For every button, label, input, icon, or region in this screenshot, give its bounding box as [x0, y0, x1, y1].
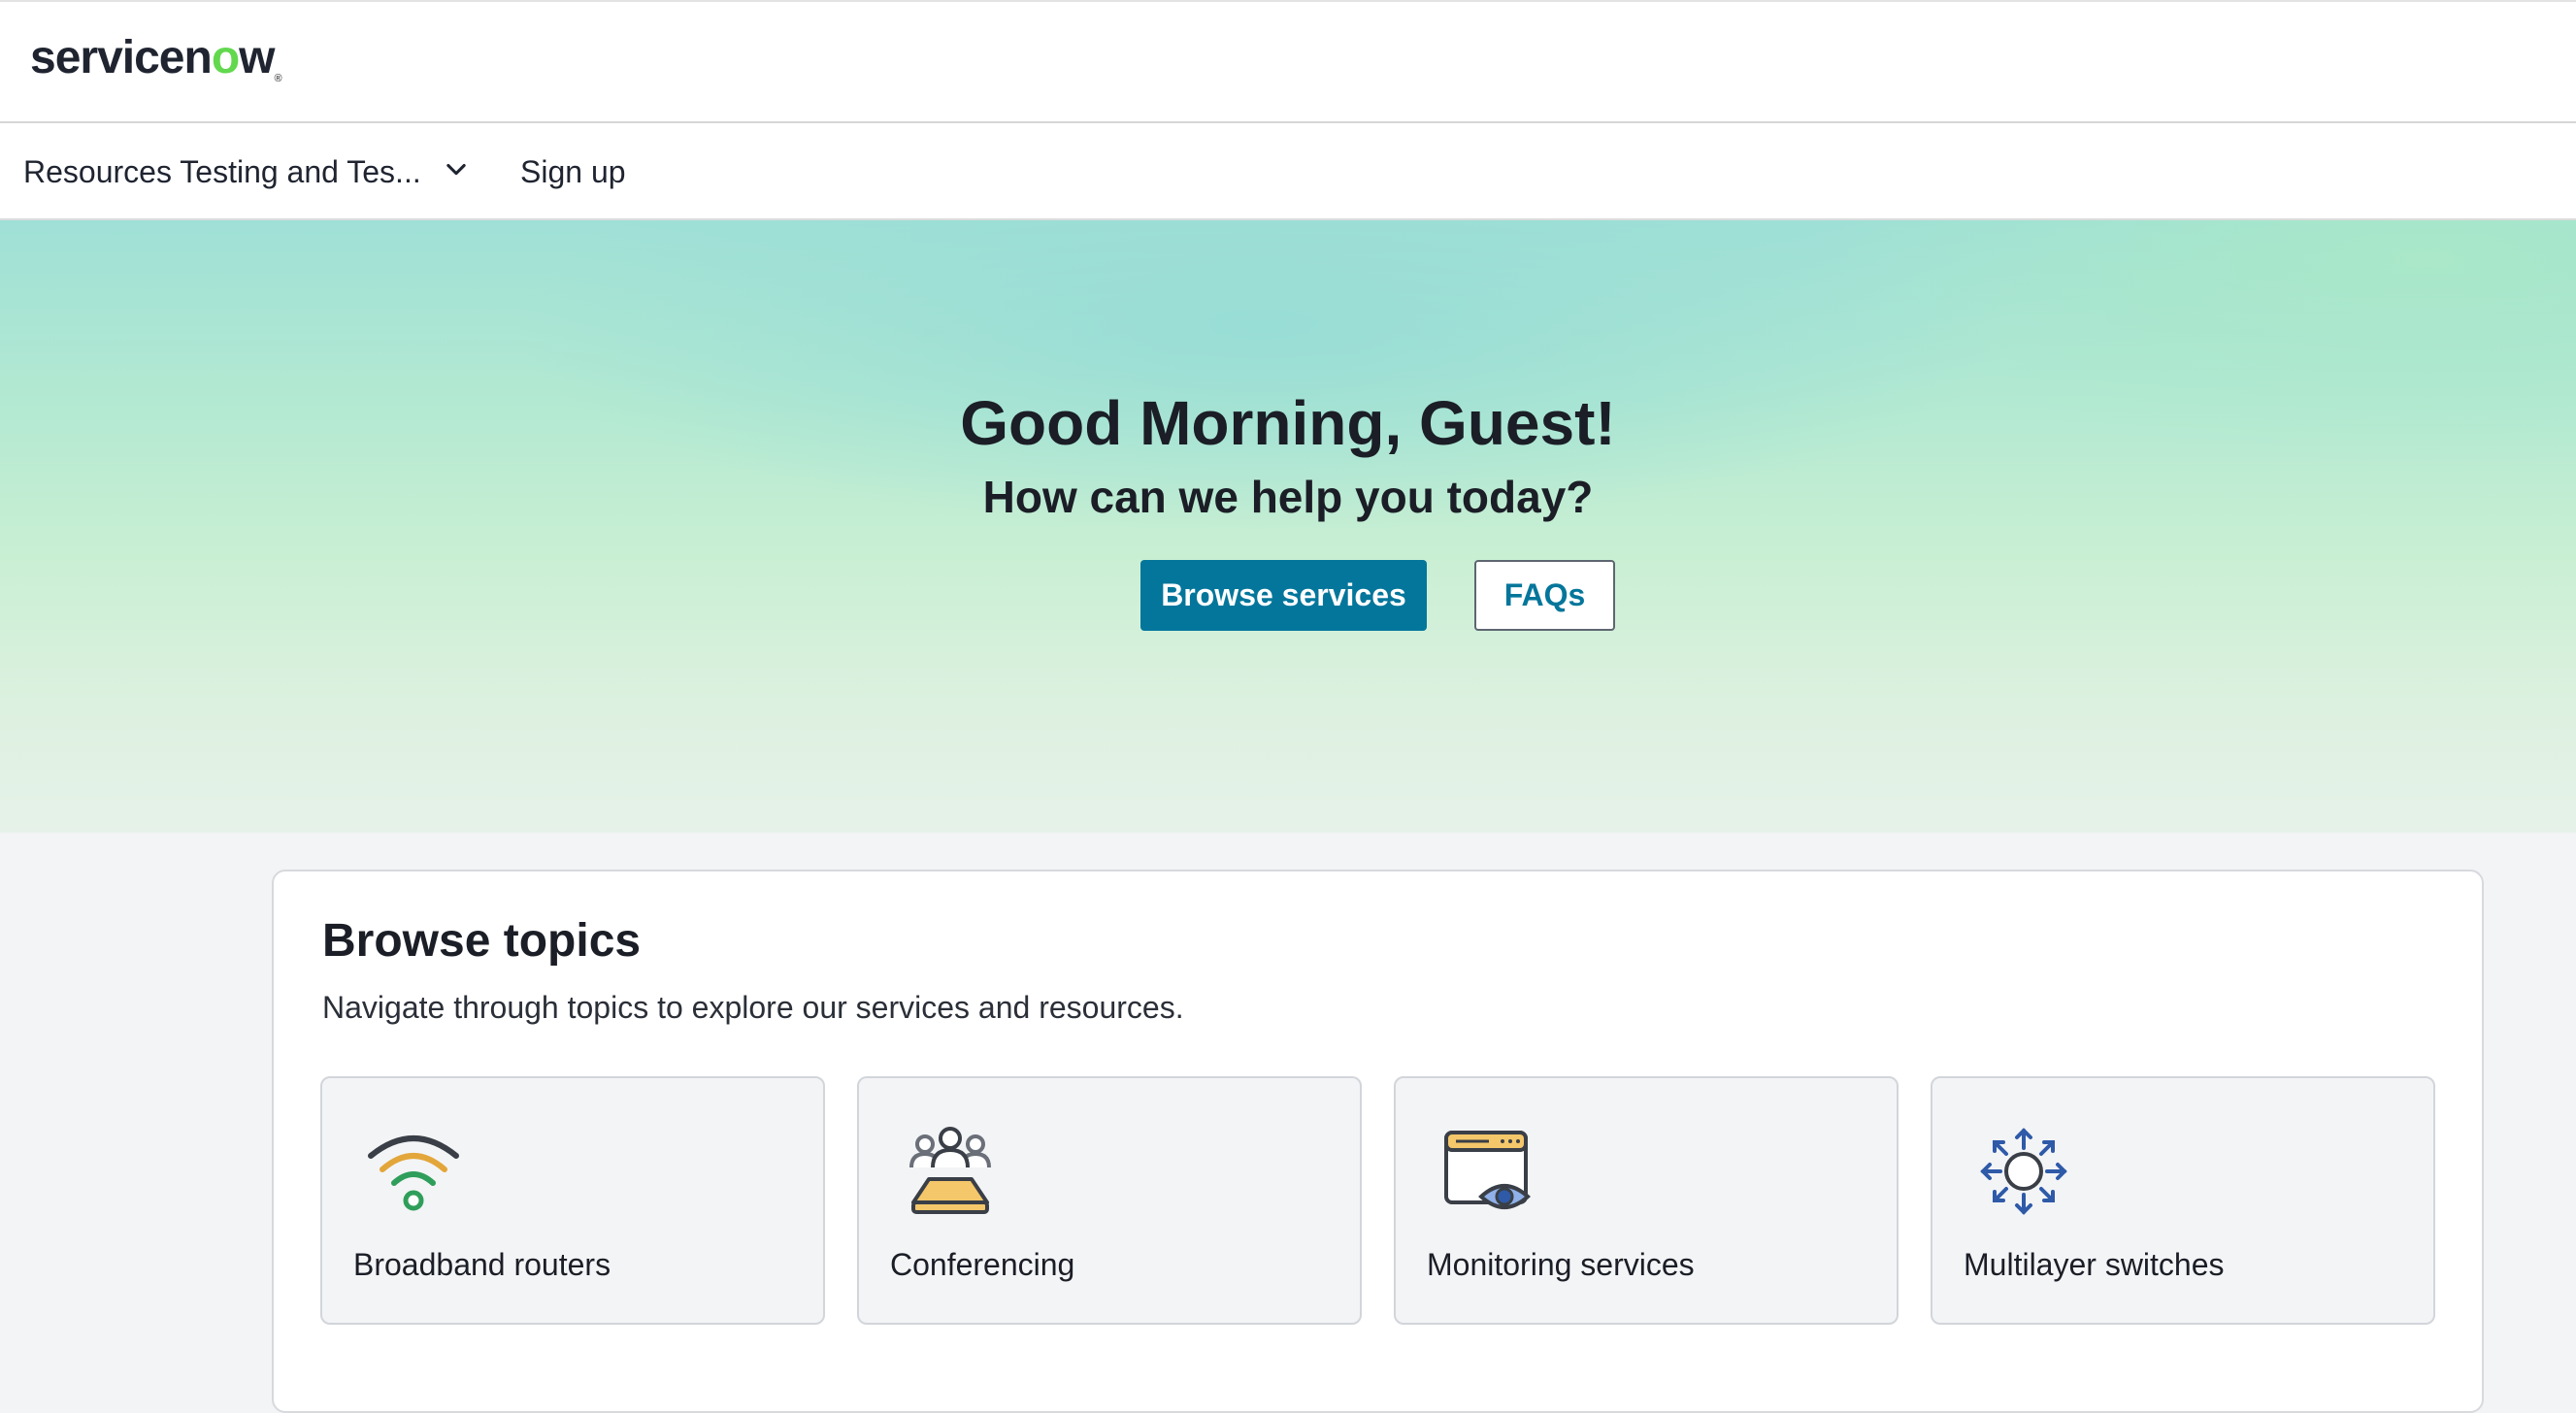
- hero-banner: Good Morning, Guest! How can we help you…: [0, 220, 2576, 833]
- logo-text-prefix: servicen: [30, 32, 213, 83]
- topic-tile-multilayer-switches[interactable]: Multilayer switches: [1931, 1076, 2435, 1325]
- resources-menu-label: Resources Testing and Tes...: [23, 153, 421, 189]
- greeting-title: Good Morning, Guest!: [960, 388, 1616, 458]
- faqs-button[interactable]: FAQs: [1474, 560, 1615, 631]
- topic-label: Broadband routers: [353, 1247, 611, 1282]
- monitor-eye-icon: [1437, 1125, 1537, 1218]
- logo-registered-mark: ®: [274, 73, 281, 84]
- wifi-icon: [363, 1125, 464, 1218]
- browse-topics-card: Browse topics Navigate through topics to…: [272, 870, 2484, 1413]
- browse-topics-description: Navigate through topics to explore our s…: [322, 990, 1184, 1025]
- resources-menu[interactable]: Resources Testing and Tes...: [23, 148, 470, 195]
- sign-up-link[interactable]: Sign up: [520, 148, 626, 195]
- browse-services-button[interactable]: Browse services: [1140, 560, 1427, 631]
- main-navbar: Resources Testing and Tes... Sign up: [0, 123, 2576, 220]
- greeting-subtitle: How can we help you today?: [982, 472, 1594, 522]
- browse-topics-title: Browse topics: [322, 915, 642, 967]
- servicenow-logo[interactable]: servicenow®: [30, 31, 282, 84]
- topic-tile-broadband-routers[interactable]: Broadband routers: [320, 1076, 825, 1325]
- topic-label: Conferencing: [890, 1247, 1075, 1282]
- logo-o-mark: o: [211, 32, 240, 83]
- top-header: servicenow®: [0, 0, 2576, 123]
- chevron-down-icon: [443, 154, 470, 190]
- people-icon: [900, 1125, 1001, 1218]
- topic-tile-conferencing[interactable]: Conferencing: [857, 1076, 1362, 1325]
- topic-label: Monitoring services: [1427, 1247, 1695, 1282]
- switch-arrows-icon: [1973, 1125, 2074, 1218]
- logo-text-suffix: w: [239, 32, 275, 83]
- topic-tile-monitoring-services[interactable]: Monitoring services: [1394, 1076, 1899, 1325]
- topic-label: Multilayer switches: [1964, 1247, 2225, 1282]
